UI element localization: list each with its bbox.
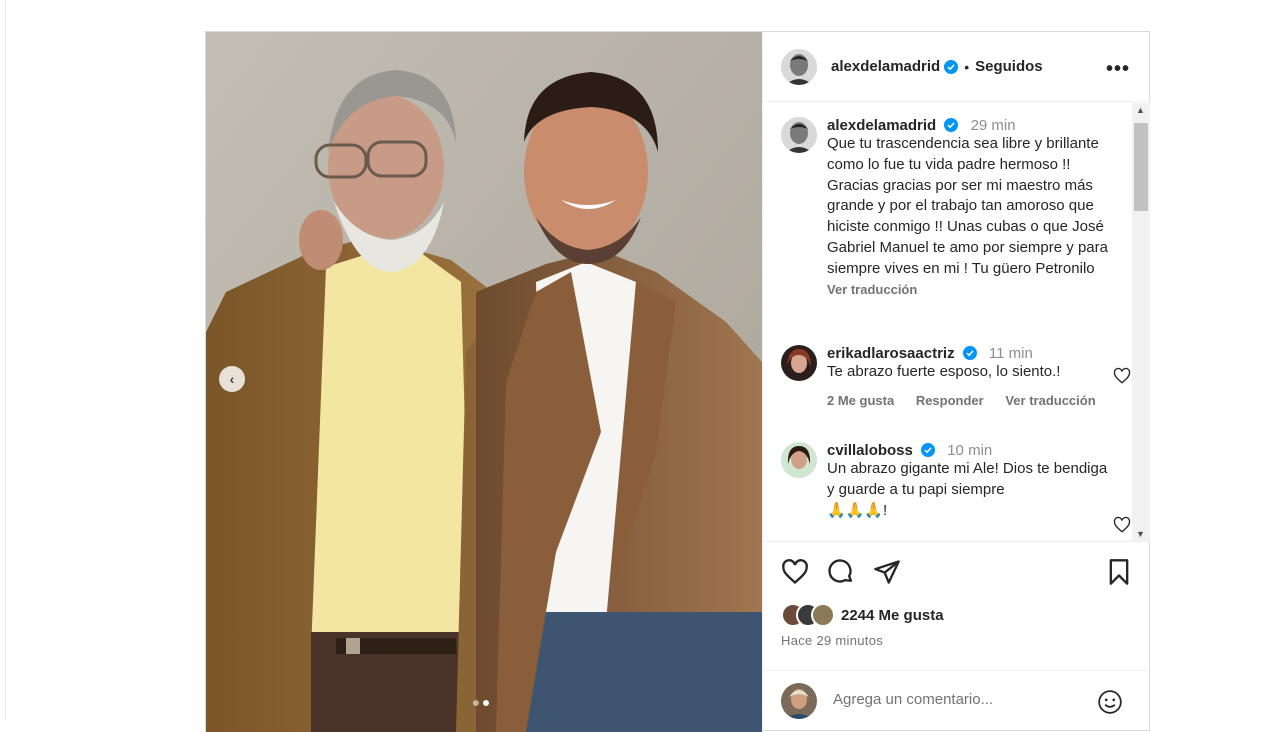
- following-button[interactable]: Seguidos: [975, 58, 1043, 75]
- page-edge: [5, 0, 6, 720]
- post-side-panel: alexdelamadrid • Seguidos ••• alexdelama…: [762, 32, 1151, 732]
- post-header: alexdelamadrid • Seguidos •••: [763, 32, 1150, 102]
- verified-badge-icon: [921, 443, 936, 457]
- carousel-prev-button[interactable]: ‹: [219, 366, 245, 392]
- carousel-dots: [473, 700, 489, 706]
- post-actions: 2244 Me gusta Hace 29 minutos: [763, 541, 1151, 689]
- carousel-dot: [473, 700, 479, 706]
- caption-time[interactable]: 29 min: [971, 117, 1016, 134]
- post-photo: ‹: [206, 32, 762, 732]
- comment-emoji: 🙏🙏🙏!: [827, 501, 888, 519]
- comment-text: Te abrazo fuerte esposo, lo siento.!: [827, 363, 1061, 380]
- comment-heart-icon[interactable]: [1113, 367, 1131, 385]
- post-timestamp[interactable]: Hace 29 minutos: [781, 633, 883, 648]
- verified-badge-icon: [944, 59, 959, 74]
- likes-row: 2244 Me gusta: [781, 603, 944, 627]
- comment-text: Un abrazo gigante mi Ale! Dios te bendig…: [827, 460, 1108, 498]
- heart-icon[interactable]: [781, 558, 809, 586]
- caption: alexdelamadrid 29 min Que tu trascendenc…: [781, 117, 1117, 297]
- post-modal: ‹ alexdelamadrid • Seguidos ••• alexdela…: [205, 31, 1151, 732]
- smiley-icon[interactable]: [1097, 689, 1123, 715]
- comment-input[interactable]: [833, 691, 1083, 708]
- comment-item: erikadlarosaactriz 11 min Te abrazo fuer…: [781, 345, 1117, 408]
- comment-time[interactable]: 11 min: [989, 345, 1033, 362]
- verified-badge-icon: [962, 346, 977, 360]
- carousel-dot-active: [483, 700, 489, 706]
- separator-dot: •: [964, 58, 970, 75]
- scroll-down-icon[interactable]: ▼: [1136, 529, 1145, 539]
- reply-button[interactable]: Responder: [916, 393, 984, 408]
- caption-translate-link[interactable]: Ver traducción: [827, 282, 917, 297]
- author-avatar[interactable]: [781, 48, 817, 85]
- comments-list: alexdelamadrid 29 min Que tu trascendenc…: [763, 103, 1151, 541]
- commenter-avatar[interactable]: [781, 345, 817, 381]
- caption-username[interactable]: alexdelamadrid: [827, 117, 936, 134]
- likes-count[interactable]: 2244 Me gusta: [841, 607, 944, 624]
- commenter-avatar[interactable]: [781, 442, 817, 478]
- author-username[interactable]: alexdelamadrid: [831, 58, 940, 75]
- liker-avatar[interactable]: [811, 603, 835, 627]
- scrollbar-thumb[interactable]: [1134, 123, 1148, 211]
- comment-time[interactable]: 10 min: [947, 442, 992, 459]
- comment-translate-link[interactable]: Ver traducción: [1005, 393, 1095, 408]
- comment-username[interactable]: erikadlarosaactriz: [827, 345, 955, 362]
- comment-username[interactable]: cvillaloboss: [827, 442, 913, 459]
- verified-badge-icon: [944, 118, 959, 132]
- more-horizontal-icon[interactable]: •••: [1106, 58, 1130, 81]
- comment-icon[interactable]: [827, 558, 855, 586]
- comment-likes-link[interactable]: 2 Me gusta: [827, 393, 894, 408]
- chevron-left-icon: ‹: [229, 371, 235, 387]
- add-comment-bar: [763, 670, 1151, 732]
- caption-avatar[interactable]: [781, 117, 817, 153]
- caption-text: Que tu trascendencia sea libre y brillan…: [827, 135, 1108, 277]
- comment-item: cvillaloboss 10 min Un abrazo gigante mi…: [781, 442, 1117, 521]
- bookmark-icon[interactable]: [1105, 558, 1133, 586]
- comments-scrollbar[interactable]: ▲ ▼: [1132, 103, 1150, 541]
- current-user-avatar: [781, 683, 817, 719]
- send-icon[interactable]: [873, 558, 901, 586]
- scroll-up-icon[interactable]: ▲: [1136, 105, 1145, 115]
- comment-heart-icon[interactable]: [1113, 516, 1131, 534]
